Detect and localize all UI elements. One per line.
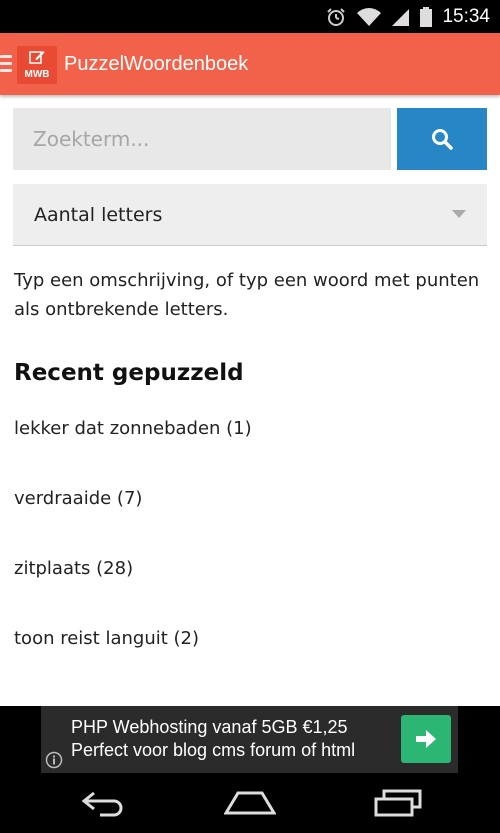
ad-text: PHP Webhosting vanaf 5GB €1,25 Perfect v… <box>71 716 355 762</box>
recent-title: Recent gepuzzeld <box>14 360 244 386</box>
search-input[interactable] <box>13 108 391 170</box>
instructions-text: Typ een omschrijving, of typ een woord m… <box>14 270 480 320</box>
recent-item[interactable]: verdraaide (7) <box>14 482 484 552</box>
arrow-right-icon <box>416 730 436 748</box>
ad-banner[interactable]: PHP Webhosting vanaf 5GB €1,25 Perfect v… <box>0 706 500 773</box>
menu-icon[interactable] <box>0 55 12 73</box>
info-icon[interactable] <box>45 751 63 769</box>
ad-content[interactable]: PHP Webhosting vanaf 5GB €1,25 Perfect v… <box>41 706 458 773</box>
edit-icon <box>29 51 45 64</box>
app-bar: MWB PuzzelWoordenboek <box>0 33 500 95</box>
recent-item[interactable]: toon reist languit (2) <box>14 622 484 692</box>
signal-icon <box>392 8 410 26</box>
home-icon[interactable] <box>224 789 276 817</box>
letter-count-select[interactable]: Aantal letters <box>13 184 487 246</box>
search-icon <box>432 129 453 150</box>
clock: 15:34 <box>442 5 490 27</box>
status-bar: 15:34 <box>0 0 500 33</box>
ad-go-button[interactable] <box>401 715 451 763</box>
app-logo[interactable]: MWB <box>17 46 57 84</box>
search-button[interactable] <box>397 108 487 170</box>
alarm-icon <box>327 7 346 26</box>
wifi-icon <box>357 7 382 26</box>
ad-line-1: PHP Webhosting vanaf 5GB €1,25 <box>71 717 348 737</box>
logo-text: MWB <box>24 69 50 80</box>
recent-item[interactable]: zitplaats (28) <box>14 552 484 622</box>
nav-bar <box>0 773 500 833</box>
recent-list: lekker dat zonnebaden (1) verdraaide (7)… <box>14 412 484 692</box>
recent-item[interactable]: lekker dat zonnebaden (1) <box>14 412 484 482</box>
app-title: PuzzelWoordenboek <box>64 53 249 75</box>
ad-line-2: Perfect voor blog cms forum of html <box>71 740 356 760</box>
chevron-down-icon <box>452 210 466 218</box>
letter-count-value: Aantal letters <box>34 204 163 226</box>
recent-apps-icon[interactable] <box>372 789 424 817</box>
back-icon[interactable] <box>80 789 128 817</box>
battery-icon <box>420 6 433 27</box>
